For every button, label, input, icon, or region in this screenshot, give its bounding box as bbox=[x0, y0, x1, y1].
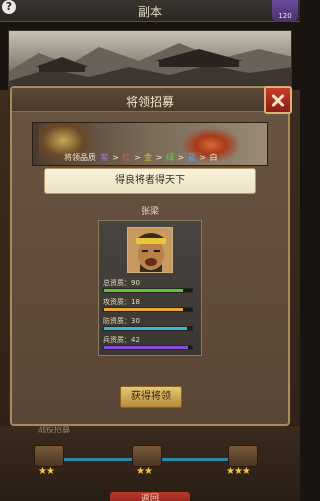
back-button[interactable]: 返回 bbox=[110, 492, 190, 501]
campaign-recruit-tab[interactable]: 战役招募 bbox=[38, 424, 70, 435]
stat-troops: 兵资质：42 bbox=[103, 336, 197, 350]
top-bar: ? 副本 120 bbox=[0, 0, 300, 22]
stat-troops-label: 兵资质：42 bbox=[103, 336, 140, 344]
level-badge[interactable]: 120 bbox=[272, 0, 298, 22]
badge-value: 120 bbox=[278, 12, 292, 20]
stat-attack-fill bbox=[104, 308, 184, 311]
dialog-header: 将领招募 bbox=[12, 88, 288, 112]
stat-defense-fill bbox=[104, 327, 187, 330]
rank-quality-line: 将领品质 紫 > 红 > 金 > 绿 > 蓝 > 白 bbox=[64, 153, 218, 162]
rank-blue: 蓝 bbox=[187, 153, 196, 162]
reward-chest-2[interactable] bbox=[132, 445, 162, 467]
acquire-general-button[interactable]: 获得将领 bbox=[120, 386, 182, 408]
stat-total-bar bbox=[103, 288, 193, 293]
reward-chest-1[interactable] bbox=[34, 445, 64, 467]
recruit-banner: 将领品质 紫 > 红 > 金 > 绿 > 蓝 > 白 bbox=[32, 122, 268, 166]
scenery-art bbox=[9, 43, 291, 89]
stat-troops-bar bbox=[103, 345, 193, 350]
close-button[interactable] bbox=[264, 86, 292, 114]
reward-chest-3[interactable] bbox=[228, 445, 258, 467]
general-card: 总资质：90 攻资质：18 防资质：30 兵资质：42 bbox=[98, 220, 202, 356]
rank-gold: 金 bbox=[144, 153, 153, 162]
motto-banner: 得良将者得天下 bbox=[44, 168, 256, 194]
general-name: 张梁 bbox=[140, 207, 159, 217]
stat-attack-bar bbox=[103, 307, 193, 312]
stat-total-fill bbox=[104, 289, 184, 292]
chest-1-stars: ★★ bbox=[38, 466, 55, 477]
rank-green: 绿 bbox=[165, 153, 174, 162]
stat-attack: 攻资质：18 bbox=[103, 298, 197, 312]
stat-defense: 防资质：30 bbox=[103, 317, 197, 331]
recruit-dialog: 将领招募 将领品质 紫 > 红 > 金 > 绿 > 蓝 > 白 得良将者得天下 … bbox=[10, 86, 292, 426]
portrait-art bbox=[128, 228, 172, 272]
general-portrait bbox=[127, 227, 173, 273]
chest-3-stars: ★★★ bbox=[226, 466, 251, 477]
stat-total-label: 总资质：90 bbox=[103, 279, 140, 287]
stat-defense-label: 防资质：30 bbox=[103, 317, 140, 325]
rank-red: 红 bbox=[122, 153, 131, 162]
scenery-image bbox=[8, 30, 292, 90]
dialog-title: 将领招募 bbox=[125, 95, 174, 109]
stat-defense-bar bbox=[103, 326, 193, 331]
rank-purple: 紫 bbox=[100, 153, 109, 162]
stat-attack-label: 攻资质：18 bbox=[103, 298, 140, 306]
rank-white: 白 bbox=[209, 153, 218, 162]
chest-2-stars: ★★ bbox=[136, 466, 153, 477]
rank-label: 将领品质 bbox=[64, 153, 96, 162]
page-title: 副本 bbox=[137, 5, 162, 19]
back-button-label: 返回 bbox=[140, 494, 159, 501]
stat-troops-fill bbox=[104, 346, 188, 349]
stat-total: 总资质：90 bbox=[103, 279, 197, 293]
